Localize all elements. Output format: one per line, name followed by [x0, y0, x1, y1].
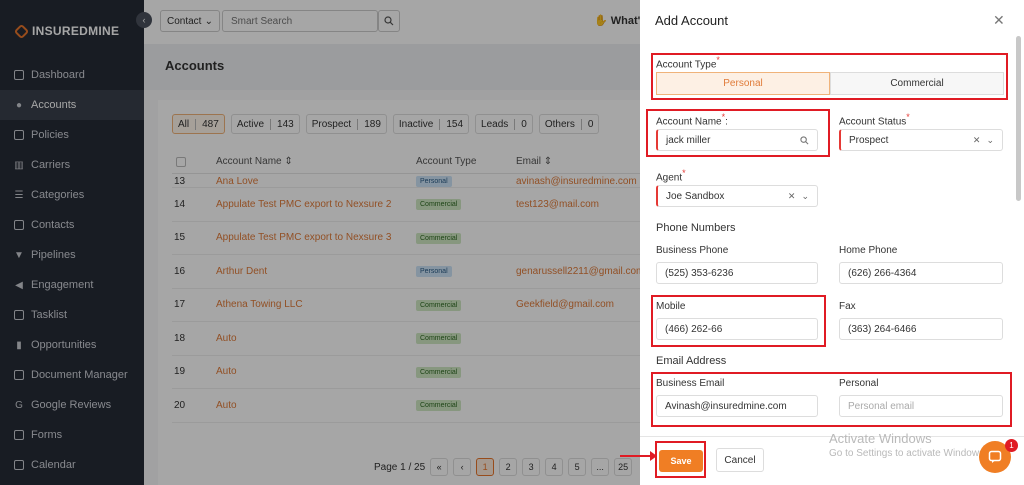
highlight-save [655, 441, 706, 478]
highlight-mobile [651, 295, 826, 347]
agent-select[interactable]: Joe Sandbox ✕ ⌄ [656, 185, 818, 207]
chat-notification-badge: 1 [1005, 439, 1018, 452]
cancel-button[interactable]: Cancel [716, 448, 764, 472]
modal-backdrop[interactable] [0, 0, 640, 485]
home-phone-label: Home Phone [839, 245, 898, 256]
fax-field[interactable]: (363) 264-6466 [839, 318, 1003, 340]
clear-icon[interactable]: ✕ [788, 191, 796, 202]
chat-icon [988, 450, 1002, 463]
fax-label: Fax [839, 301, 856, 312]
highlight-account-name [646, 109, 830, 157]
activate-windows-title: Activate Windows [829, 431, 932, 446]
clear-icon[interactable]: ✕ [973, 135, 981, 146]
account-status-label: Account Status* [839, 112, 910, 128]
close-icon[interactable]: ✕ [993, 12, 1005, 29]
chevron-down-icon: ⌄ [986, 134, 994, 145]
account-status-select[interactable]: Prospect ✕ ⌄ [839, 129, 1003, 151]
highlight-account-type [651, 53, 1008, 100]
activate-windows-subtitle: Go to Settings to activate Windows. [829, 448, 987, 459]
phone-numbers-heading: Phone Numbers [656, 222, 736, 234]
agent-label: Agent* [656, 168, 686, 184]
business-phone-field[interactable]: (525) 353-6236 [656, 262, 818, 284]
email-address-heading: Email Address [656, 355, 727, 367]
home-phone-field[interactable]: (626) 266-4364 [839, 262, 1003, 284]
modal-title: Add Account [655, 13, 728, 28]
add-account-modal: Add Account ✕ Account Type* Personal Com… [640, 0, 1024, 485]
highlight-email [651, 372, 1012, 427]
chevron-down-icon: ⌄ [801, 190, 809, 201]
annotation-arrow-head [650, 451, 657, 461]
modal-scrollbar[interactable] [1016, 36, 1021, 201]
business-phone-label: Business Phone [656, 245, 729, 256]
